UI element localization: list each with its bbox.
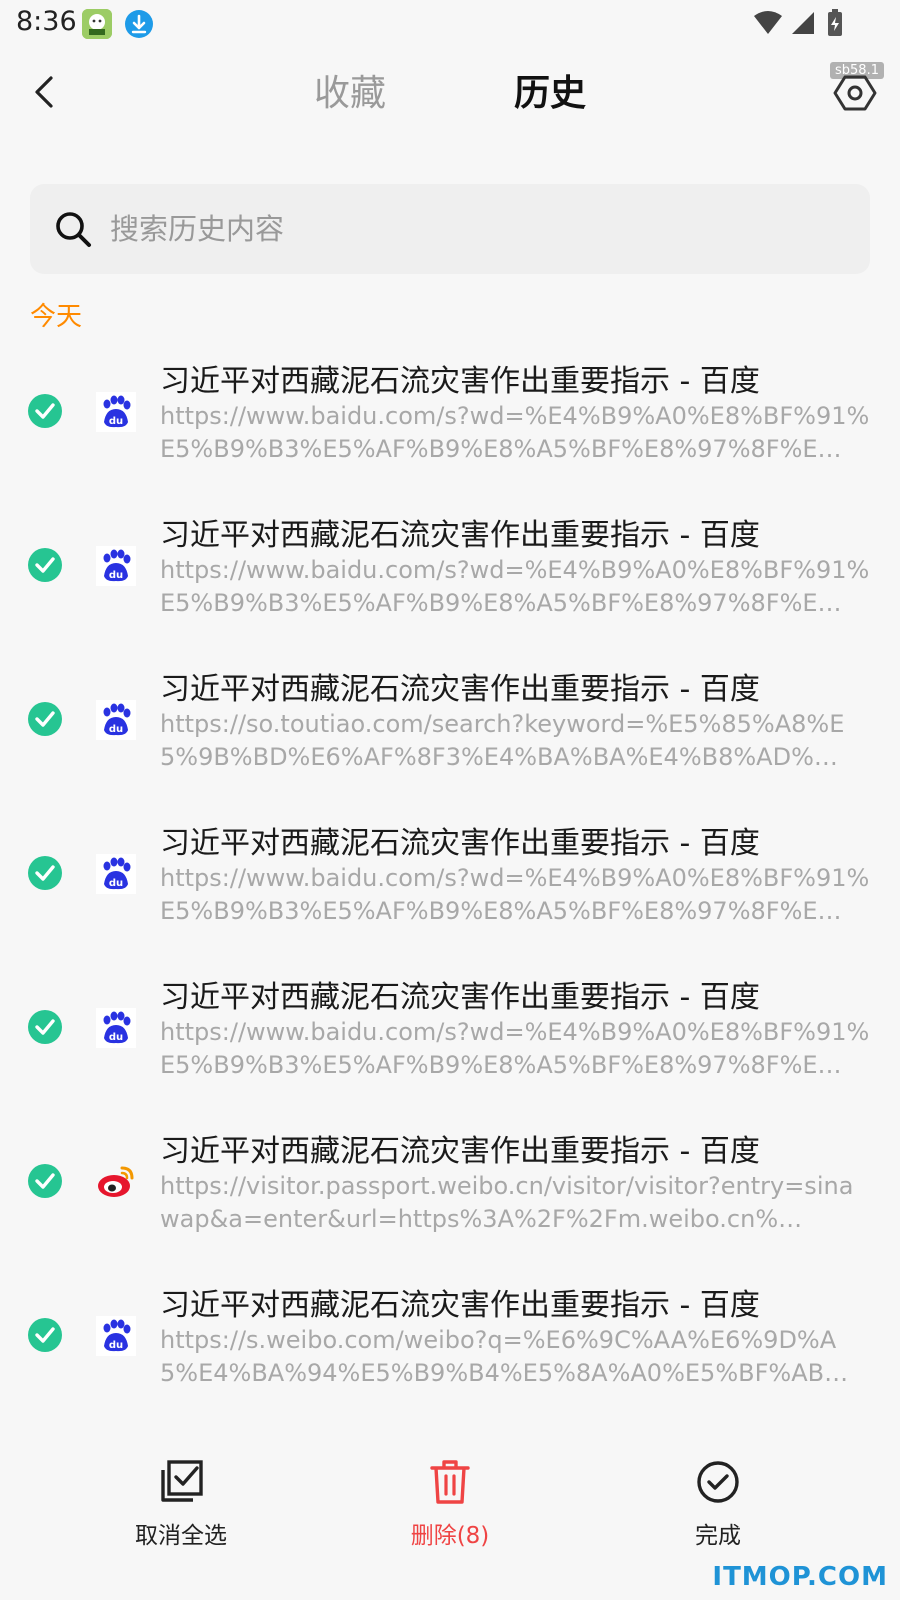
history-item[interactable]: du 习近平对西藏泥石流灾害作出重要指示 - 百度 https://www.ba… [0,806,900,960]
settings-button[interactable] [830,68,880,118]
hexagon-settings-icon [833,75,877,111]
history-item[interactable]: du 习近平对西藏泥石流灾害作出重要指示 - 百度 https://www.ba… [0,960,900,1114]
history-item-title: 习近平对西藏泥石流灾害作出重要指示 - 百度 [160,980,760,1015]
battery-charging-icon [828,9,842,36]
svg-text:du: du [109,416,123,427]
delete-label: 删除(8) [410,1523,490,1549]
chevron-left-icon [35,76,53,108]
baidu-favicon-icon: du [96,1316,136,1356]
history-item-url: https://www.baidu.com/s?wd=%E4%B9%A0%E8%… [160,402,870,463]
history-item-title: 习近平对西藏泥石流灾害作出重要指示 - 百度 [160,1288,760,1323]
checked-circle-icon[interactable] [28,548,62,582]
history-item[interactable]: du 习近平对西藏泥石流灾害作出重要指示 - 百度 https://so.tou… [0,652,900,806]
history-item[interactable]: du 习近平对西藏泥石流灾害作出重要指示 - 百度 https://www.ba… [0,498,900,652]
tab-history[interactable]: 历史 [514,72,586,116]
baidu-favicon-icon: du [96,392,136,432]
header: 收藏 历史 sb58.1 [0,52,900,142]
history-item-url: https://so.toutiao.com/search?keyword=%E… [160,710,845,771]
trash-icon [426,1458,474,1506]
watermark: ITMOP.COM [712,1562,888,1592]
history-item-title: 习近平对西藏泥石流灾害作出重要指示 - 百度 [160,1134,760,1169]
multi-check-icon [157,1458,205,1506]
search-input[interactable] [110,184,850,274]
history-item[interactable]: du 习近平对西藏泥石流灾害作出重要指示 - 百度 https://www.ba… [0,344,900,498]
baidu-favicon-icon: du [96,546,136,586]
svg-text:du: du [109,1032,123,1043]
svg-text:du: du [109,570,123,581]
history-item-url: https://www.baidu.com/s?wd=%E4%B9%A0%E8%… [160,864,870,925]
done-button[interactable]: 完成 [628,1458,808,1550]
cellular-signal-icon [792,12,814,34]
history-item-url: https://www.baidu.com/s?wd=%E4%B9%A0%E8%… [160,556,870,617]
history-item[interactable]: 习近平对西藏泥石流灾害作出重要指示 - 百度 https://visitor.p… [0,1114,900,1268]
download-icon [124,9,154,39]
status-bar: 8:36 [0,0,900,48]
app-notification-icon [82,9,112,39]
done-label: 完成 [695,1523,741,1549]
history-item-title: 习近平对西藏泥石流灾害作出重要指示 - 百度 [160,364,760,399]
search-box[interactable] [30,184,870,274]
svg-text:du: du [109,878,123,889]
back-button[interactable] [24,70,68,114]
checked-circle-icon[interactable] [28,1164,62,1198]
status-time: 8:36 [16,6,77,37]
search-icon [52,208,94,250]
checked-circle-icon[interactable] [28,1318,62,1352]
baidu-favicon-icon: du [96,854,136,894]
svg-text:du: du [109,724,123,735]
status-indicators [752,8,852,40]
history-item-title: 习近平对西藏泥石流灾害作出重要指示 - 百度 [160,672,760,707]
checked-circle-icon[interactable] [28,1010,62,1044]
history-item-title: 习近平对西藏泥石流灾害作出重要指示 - 百度 [160,826,760,861]
deselect-all-label: 取消全选 [135,1523,227,1549]
tab-favorites[interactable]: 收藏 [314,72,386,116]
history-item[interactable]: du 习近平对西藏泥石流灾害作出重要指示 - 百度 https://s.weib… [0,1268,900,1422]
history-item-url: https://www.baidu.com/s?wd=%E4%B9%A0%E8%… [160,1018,870,1079]
baidu-favicon-icon: du [96,1008,136,1048]
history-item-url: https://visitor.passport.weibo.cn/visito… [160,1172,854,1233]
baidu-favicon-icon: du [96,700,136,740]
svg-text:du: du [109,1340,123,1351]
history-item-url: https://s.weibo.com/weibo?q=%E6%9C%AA%E6… [160,1326,847,1387]
history-list: du 习近平对西藏泥石流灾害作出重要指示 - 百度 https://www.ba… [0,344,900,1422]
history-item-title: 习近平对西藏泥石流灾害作出重要指示 - 百度 [160,518,760,553]
checked-circle-icon[interactable] [28,856,62,890]
check-circle-icon [694,1458,742,1506]
checked-circle-icon[interactable] [28,702,62,736]
delete-button[interactable]: 删除(8) [360,1458,540,1550]
section-date-today: 今天 [30,302,83,332]
weibo-favicon-icon [96,1162,136,1202]
deselect-all-button[interactable]: 取消全选 [91,1458,271,1550]
wifi-icon [754,11,782,34]
checked-circle-icon[interactable] [28,394,62,428]
